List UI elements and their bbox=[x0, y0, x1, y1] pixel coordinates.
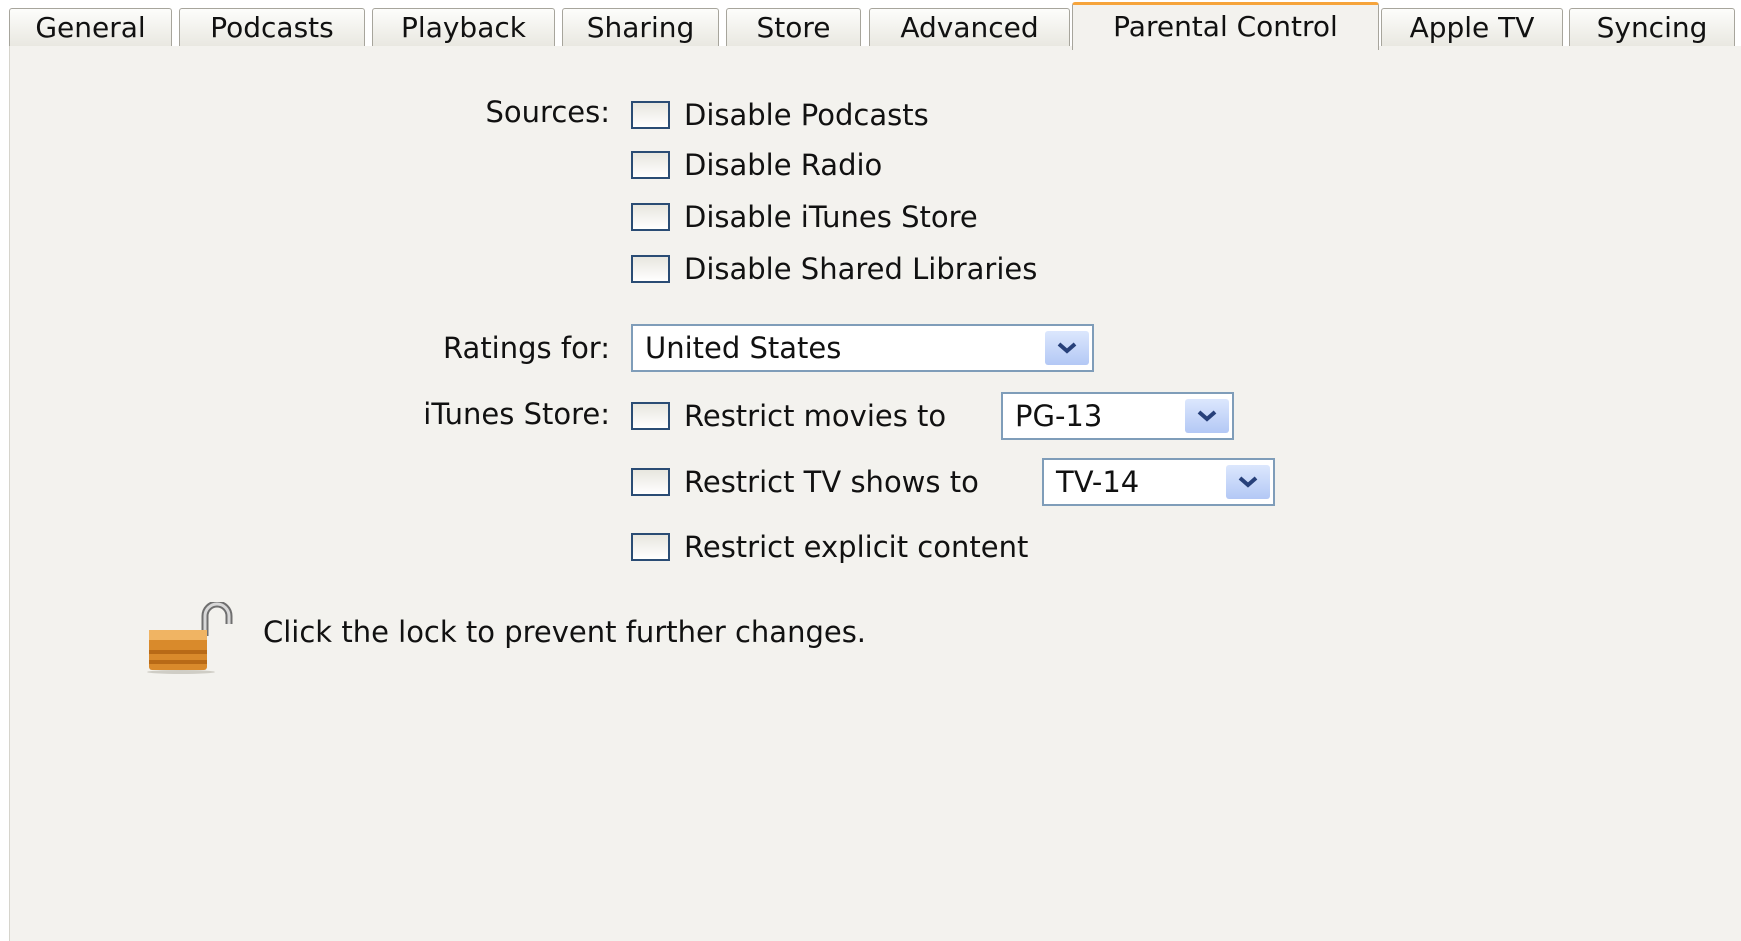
restrict-explicit-label: Restrict explicit content bbox=[684, 530, 1029, 564]
restrict-explicit-option[interactable]: Restrict explicit content bbox=[631, 530, 1029, 564]
tv-rating-select[interactable]: TV-14 bbox=[1042, 458, 1275, 506]
restrict-explicit-checkbox[interactable] bbox=[631, 533, 670, 561]
disable-shared-libraries-label: Disable Shared Libraries bbox=[684, 252, 1038, 286]
tab-general[interactable]: General bbox=[9, 8, 172, 46]
disable-shared-libraries-option[interactable]: Disable Shared Libraries bbox=[631, 252, 1038, 286]
restrict-tv-label: Restrict TV shows to bbox=[684, 465, 979, 499]
disable-radio-label: Disable Radio bbox=[684, 148, 883, 182]
disable-podcasts-label: Disable Podcasts bbox=[684, 98, 929, 132]
tab-syncing[interactable]: Syncing bbox=[1569, 8, 1735, 46]
chevron-down-icon[interactable] bbox=[1045, 331, 1089, 365]
lock-message: Click the lock to prevent further change… bbox=[263, 615, 867, 649]
disable-radio-checkbox[interactable] bbox=[631, 151, 670, 179]
tab-store[interactable]: Store bbox=[726, 8, 861, 46]
tab-sharing[interactable]: Sharing bbox=[562, 8, 719, 46]
ratings-country-value: United States bbox=[645, 331, 842, 365]
movie-rating-select[interactable]: PG-13 bbox=[1001, 392, 1234, 440]
ratings-country-select[interactable]: United States bbox=[631, 324, 1094, 372]
chevron-down-icon[interactable] bbox=[1226, 465, 1270, 499]
chevron-down-icon[interactable] bbox=[1185, 399, 1229, 433]
unlocked-padlock-icon[interactable] bbox=[147, 600, 237, 674]
disable-shared-libraries-checkbox[interactable] bbox=[631, 255, 670, 283]
tv-rating-value: TV-14 bbox=[1056, 465, 1140, 499]
disable-radio-option[interactable]: Disable Radio bbox=[631, 148, 883, 182]
tab-podcasts[interactable]: Podcasts bbox=[179, 8, 365, 46]
tab-parental-control[interactable]: Parental Control bbox=[1072, 2, 1379, 50]
preferences-tab-bar: General Podcasts Playback Sharing Store … bbox=[0, 0, 1741, 50]
disable-itunes-store-checkbox[interactable] bbox=[631, 203, 670, 231]
disable-itunes-store-option[interactable]: Disable iTunes Store bbox=[631, 200, 978, 234]
tab-playback[interactable]: Playback bbox=[372, 8, 555, 46]
restrict-movies-checkbox[interactable] bbox=[631, 402, 670, 430]
itunes-store-label: iTunes Store: bbox=[423, 397, 610, 431]
restrict-tv-checkbox[interactable] bbox=[631, 468, 670, 496]
restrict-tv-option[interactable]: Restrict TV shows to bbox=[631, 465, 979, 499]
tab-apple-tv[interactable]: Apple TV bbox=[1381, 8, 1563, 46]
movie-rating-value: PG-13 bbox=[1015, 399, 1103, 433]
tab-advanced[interactable]: Advanced bbox=[869, 8, 1070, 46]
disable-podcasts-checkbox[interactable] bbox=[631, 101, 670, 129]
disable-itunes-store-label: Disable iTunes Store bbox=[684, 200, 978, 234]
restrict-movies-option[interactable]: Restrict movies to bbox=[631, 399, 947, 433]
restrict-movies-label: Restrict movies to bbox=[684, 399, 947, 433]
ratings-for-label: Ratings for: bbox=[443, 331, 610, 365]
disable-podcasts-option[interactable]: Disable Podcasts bbox=[631, 98, 929, 132]
sources-label: Sources: bbox=[485, 95, 610, 129]
